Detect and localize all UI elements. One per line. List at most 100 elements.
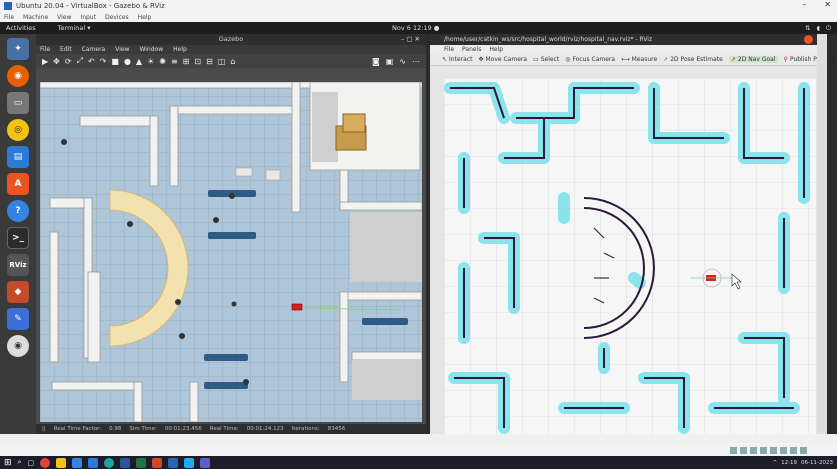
teams-icon[interactable] (200, 457, 211, 468)
taskbar-tray[interactable]: ^ 12:19 06-11-2023 (773, 460, 833, 466)
host-menu-machine[interactable]: Machine (23, 14, 48, 21)
sphere-icon[interactable]: ● (124, 57, 131, 66)
virtualbox-taskbar-icon[interactable] (168, 457, 179, 468)
host-menu-file[interactable]: File (4, 14, 14, 21)
box-icon[interactable]: ■ (111, 57, 119, 66)
tool-measure[interactable]: ⟷ Measure (621, 56, 657, 63)
mail-icon[interactable] (72, 457, 83, 468)
rotate-icon[interactable]: ⟳ (65, 57, 72, 66)
tool-select[interactable]: ▭ Select (533, 56, 559, 63)
point-light-icon[interactable]: ☀ (147, 57, 154, 66)
gazebo-menu-view[interactable]: View (115, 46, 129, 53)
tray-arrow-icon[interactable]: ^ (773, 460, 778, 466)
word-icon[interactable] (120, 457, 131, 468)
redo-icon[interactable]: ↷ (100, 57, 107, 66)
gazebo-menu-help[interactable]: Help (173, 46, 187, 53)
cylinder-icon[interactable]: ▲ (136, 57, 142, 66)
recording-icon[interactable] (800, 446, 807, 454)
software-icon[interactable]: A (7, 173, 29, 195)
pause-button[interactable]: || (42, 426, 46, 432)
minimize-icon[interactable]: – (802, 0, 806, 9)
tool-2d-pose-estimate[interactable]: ➚ 2D Pose Estimate (663, 56, 723, 63)
translate-icon[interactable]: ✥ (53, 57, 60, 66)
powerpoint-icon[interactable] (152, 457, 163, 468)
optical-icon[interactable] (740, 446, 747, 454)
plot-icon[interactable]: ∿ (399, 57, 406, 66)
rviz-menu-panels[interactable]: Panels (462, 46, 481, 53)
usb-icon[interactable] (770, 446, 777, 454)
gazebo-menu-camera[interactable]: Camera (82, 46, 106, 53)
writer-icon[interactable]: ▤ (7, 146, 29, 168)
windows-start-icon[interactable]: ⊞ (4, 458, 12, 468)
windows-taskbar: ⊞ ⌕ ▢ ^ 12:19 06-11-2023 (0, 456, 837, 469)
gazebo-menu-edit[interactable]: Edit (60, 46, 72, 53)
more-icon[interactable]: ⋯ (412, 57, 420, 66)
ubuntu-icon[interactable]: ✦ (7, 38, 29, 60)
tool-interact[interactable]: ↖ Interact (442, 56, 472, 63)
view-angle-icon[interactable]: ⌂ (230, 57, 235, 66)
gazebo-window-controls[interactable]: – ▢ ✕ (401, 34, 420, 45)
record-icon[interactable]: ▣ (386, 57, 394, 66)
disk-icon[interactable] (730, 446, 737, 454)
align-icon[interactable]: ⊟ (206, 57, 213, 66)
host-window-title: Ubuntu 20.04 - VirtualBox - Gazebo & RVi… (16, 2, 165, 10)
directional-light-icon[interactable]: ≡ (171, 57, 178, 66)
app-menu[interactable]: Terminal ▾ (58, 24, 91, 32)
gazebo-toolbar: ▶ ✥ ⟳ ⤢ ↶ ↷ ■ ● ▲ ☀ ✺ ≡ ⊞ ⊡ ⊟ ◫ ⌂ ◙ ▣ ∿ … (36, 54, 426, 68)
rviz-close-icon[interactable] (804, 35, 813, 44)
screenshot-icon[interactable]: ◙ (372, 57, 380, 66)
help-icon[interactable]: ? (7, 200, 29, 222)
tool-move-camera[interactable]: ✥ Move Camera (478, 56, 527, 63)
files-icon[interactable]: ▭ (7, 92, 29, 114)
system-tray[interactable]: ⇅ ◖ ⏻ (805, 24, 831, 33)
shared-folder-icon[interactable] (780, 446, 787, 454)
host-menu-view[interactable]: View (57, 14, 71, 21)
host-menu-devices[interactable]: Devices (105, 14, 129, 21)
chrome-icon[interactable] (40, 457, 51, 468)
volume-icon[interactable]: ◖ (816, 24, 819, 33)
vscode-icon[interactable] (184, 457, 195, 468)
gazebo-toolbar-right: ◙ ▣ ∿ ⋯ (372, 57, 420, 66)
tool-2d-nav-goal[interactable]: ➚ 2D Nav Goal (728, 56, 778, 63)
layers-icon[interactable]: ◆ (7, 281, 29, 303)
paste-icon[interactable]: ⊡ (194, 57, 201, 66)
close-icon[interactable]: ✕ (824, 0, 831, 9)
rviz-menu-help[interactable]: Help (489, 46, 503, 53)
edge-icon[interactable] (104, 457, 115, 468)
editor-icon[interactable]: ✎ (7, 308, 29, 330)
spot-light-icon[interactable]: ✺ (159, 57, 166, 66)
copy-icon[interactable]: ⊞ (183, 57, 190, 66)
terminal-icon[interactable]: >_ (7, 227, 29, 249)
rviz-icon[interactable]: RViz (7, 254, 29, 276)
firefox-icon[interactable]: ◉ (7, 65, 29, 87)
select-mode-icon[interactable]: ▶ (42, 57, 48, 66)
power-icon[interactable]: ⏻ (826, 24, 831, 33)
undo-icon[interactable]: ↶ (88, 57, 95, 66)
iterations-label: Iterations: (291, 426, 320, 432)
explorer-icon[interactable] (56, 457, 67, 468)
clock[interactable]: Nov 6 12:19 ● (392, 24, 439, 32)
display-icon[interactable] (790, 446, 797, 454)
search-icon[interactable]: ⌕ (18, 458, 22, 467)
task-view-icon[interactable]: ▢ (27, 459, 34, 467)
scale-icon[interactable]: ⤢ (77, 56, 83, 66)
audio-icon[interactable] (750, 446, 757, 454)
snap-icon[interactable]: ◫ (218, 57, 226, 66)
rviz-menu-file[interactable]: File (444, 46, 454, 53)
host-menu-input[interactable]: Input (80, 14, 96, 21)
right-edge-scrollbar[interactable] (817, 34, 827, 434)
host-menu-help[interactable]: Help (138, 14, 152, 21)
network-status-icon[interactable] (760, 446, 767, 454)
host-horizontal-scrollbar[interactable] (0, 434, 837, 444)
activities-button[interactable]: Activities (6, 24, 36, 32)
store-icon[interactable] (88, 457, 99, 468)
disc-icon[interactable]: ◉ (7, 335, 29, 357)
excel-icon[interactable] (136, 457, 147, 468)
gazebo-menu-file[interactable]: File (40, 46, 50, 53)
gazebo-menu-window[interactable]: Window (139, 46, 163, 53)
rhythmbox-icon[interactable]: ◎ (7, 119, 29, 141)
tool-focus-camera[interactable]: ◎ Focus Camera (565, 56, 615, 63)
rviz-map-view[interactable] (444, 78, 816, 434)
network-icon[interactable]: ⇅ (805, 24, 810, 33)
gazebo-3d-viewport[interactable] (40, 82, 422, 422)
